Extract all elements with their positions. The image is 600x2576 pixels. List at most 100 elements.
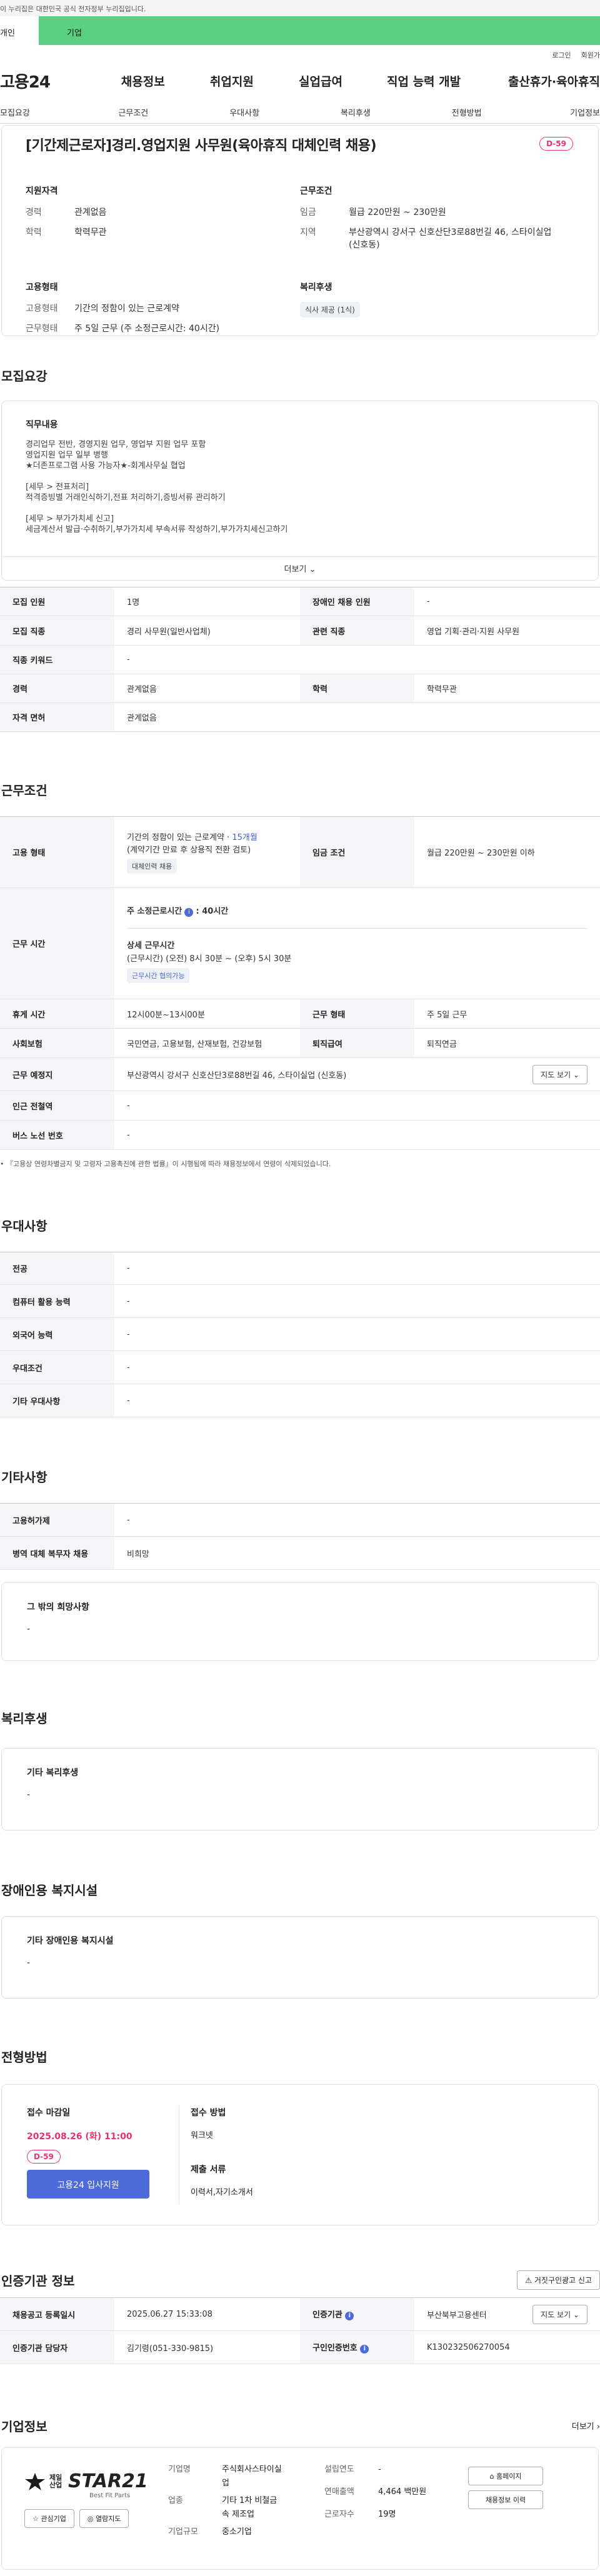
nav-parental-leave[interactable]: 출산휴가·육아휴직 bbox=[482, 72, 600, 89]
headcount-value: 1명 bbox=[114, 587, 300, 616]
method-block: 접수 방법 워크넷 제출 서류 이력서,자기소개서 bbox=[179, 2106, 253, 2204]
welfare-heading: 복리후생 bbox=[300, 282, 332, 292]
global-nav: 고용24 채용정보 취업지원 실업급여 직업 능력 개발 출산휴가·육아휴직 bbox=[0, 61, 600, 100]
more-button[interactable]: 더보기 ⌄ bbox=[2, 556, 598, 580]
preference-cond-label: 우대조건 bbox=[0, 1350, 114, 1384]
info-icon[interactable]: i bbox=[345, 2312, 354, 2320]
dday-badge: D-59 bbox=[539, 137, 573, 151]
retirement-label: 퇴직급여 bbox=[300, 1028, 414, 1058]
agency-label: 인증기관 i bbox=[300, 2297, 414, 2331]
favorite-company-button[interactable]: ☆ 관심기업 bbox=[24, 2509, 74, 2528]
reg-date-label: 채용공고 등록일시 bbox=[0, 2297, 114, 2331]
headcount-label: 모집 인원 bbox=[0, 587, 114, 616]
homepage-button[interactable]: ⌂ 홈페이지 bbox=[468, 2467, 543, 2485]
tab-company[interactable]: 기업 bbox=[39, 16, 600, 45]
agency-map-button[interactable]: 지도 보기 ⌄ bbox=[532, 2304, 588, 2324]
location-value: 부산광역시 강서구 신호산단3로88번길 46, 스타이실업 (신호동) bbox=[349, 227, 552, 250]
keyword-value: - bbox=[114, 645, 600, 674]
company-actions: ⌂ 홈페이지 채용정보 이력 bbox=[468, 2463, 576, 2569]
job-history-button[interactable]: 채용정보 이력 bbox=[468, 2490, 543, 2509]
company-more-link[interactable]: 더보기 › bbox=[572, 2420, 600, 2432]
rest-label: 휴게 시간 bbox=[0, 999, 114, 1029]
site-logo[interactable]: 고용24 bbox=[0, 69, 99, 92]
related-category-value: 영업 기획·관리·지원 사무원 bbox=[414, 616, 600, 646]
nav-unemployment-benefit[interactable]: 실업급여 bbox=[276, 72, 365, 89]
education-row-label: 학력 bbox=[300, 674, 414, 703]
work-type-value: 주 5일 근무 (주 소정근로시간: 40시간) bbox=[74, 324, 220, 334]
disabled-headcount-label: 장애인 채용 인원 bbox=[300, 587, 414, 616]
military-value: 비희망 bbox=[114, 1536, 600, 1570]
work-permit-label: 고용허가제 bbox=[0, 1503, 114, 1537]
anchor-conditions[interactable]: 근무조건 bbox=[78, 106, 189, 123]
keyword-label: 직종 키워드 bbox=[0, 645, 114, 674]
signup-link[interactable]: 회원가 bbox=[581, 50, 600, 61]
disabled-section-title: 장애인용 복지시설 bbox=[1, 1883, 98, 1898]
major-label: 전공 bbox=[0, 1252, 114, 1285]
company-info-b: 설립연도 - 연매출액 4,464 백만원 근로자수 19명 bbox=[324, 2465, 427, 2519]
employment-type-block: 고용형태 고용형태 기간의 정함이 있는 근로계약 근무형태 주 5일 근무 (주 … bbox=[26, 281, 300, 342]
work-form-label: 근무 형태 bbox=[300, 999, 414, 1029]
welfare-label: 기타 복리후생 bbox=[27, 1768, 79, 1778]
info-icon[interactable]: i bbox=[184, 907, 194, 917]
company-logo-block: 제일 산업 STAR21 Best Fit Parts ☆ 관심기업 ◎ 열람지… bbox=[24, 2463, 168, 2569]
company-logo: 제일 산업 STAR21 bbox=[24, 2470, 168, 2492]
manager-label: 인증기관 담당자 bbox=[0, 2330, 114, 2364]
deadline-label: 접수 마감일 bbox=[27, 2108, 71, 2118]
disabled-box: 기타 장애인용 복지시설 - bbox=[1, 1916, 599, 1999]
nav-jobs[interactable]: 채용정보 bbox=[99, 72, 188, 89]
agency-table: 채용공고 등록일시 2025.06.27 15:33:08 인증기관 i 부산북부… bbox=[0, 2297, 600, 2364]
anchor-welfare[interactable]: 복리후생 bbox=[300, 106, 411, 123]
job-title: [기간제근로자]경리.영업지원 사무원(육아휴직 대체인력 채용) bbox=[26, 138, 377, 154]
qualification-heading: 지원자격 bbox=[26, 186, 58, 196]
wish-label: 그 밖의 희망사항 bbox=[27, 1602, 89, 1612]
company-section-title: 기업정보 bbox=[1, 2419, 48, 2434]
preferences-section-title: 우대사항 bbox=[1, 1219, 48, 1234]
disabled-headcount-value: - bbox=[414, 587, 600, 616]
subway-label: 인근 전철역 bbox=[0, 1091, 114, 1121]
job-description-card: 직무내용 경리업무 전반, 경영지원 업무, 영업부 지원 업무 포함 영업지원 … bbox=[1, 401, 599, 581]
anchor-preferences[interactable]: 우대사항 bbox=[189, 106, 300, 123]
recruit-detail-table: 모집 인원 1명 장애인 채용 인원 - 모집 직종 경리 사무원(일반사업체) 관련… bbox=[0, 587, 600, 732]
wish-value: - bbox=[27, 1624, 31, 1634]
wage-cond-value: 월급 220만원 ~ 230만원 이하 bbox=[414, 816, 600, 888]
job-description-text: 경리업무 전반, 경영지원 업무, 영업부 지원 업무 포함 영업지원 업무 일부… bbox=[26, 440, 288, 534]
major-value: - bbox=[114, 1252, 600, 1285]
age-note: • 『고용상 연령차별금지 및 고령자 고용촉진에 관한 법률』이 시행됨에 따… bbox=[0, 1160, 331, 1168]
welfare-box: 기타 복리후생 - bbox=[1, 1748, 599, 1830]
chevron-down-icon: ⌄ bbox=[309, 565, 316, 574]
etc-section-title: 기타사항 bbox=[1, 1470, 48, 1485]
agency-header: 인증기관 정보 ⚠ 거짓구인광고 신고 bbox=[0, 2270, 600, 2290]
user-type-tabs: 개인 기업 bbox=[0, 16, 600, 45]
anchor-recruit[interactable]: 모집요강 bbox=[0, 106, 78, 123]
other-pref-label: 기타 우대사항 bbox=[0, 1384, 114, 1417]
report-icon: ⚠ bbox=[525, 2276, 532, 2285]
work-permit-value: - bbox=[114, 1503, 600, 1537]
disabled-value: - bbox=[27, 1958, 31, 1968]
insurance-label: 사회보험 bbox=[0, 1028, 114, 1058]
nav-vocational-training[interactable]: 직업 능력 개발 bbox=[365, 72, 482, 89]
nav-employment-support[interactable]: 취업지원 bbox=[188, 72, 276, 89]
work-form-value: 주 5일 근무 bbox=[414, 999, 600, 1029]
job-summary-card: [기간제근로자]경리.영업지원 사무원(육아휴직 대체인력 채용) D-59 지… bbox=[1, 125, 599, 336]
info-icon[interactable]: i bbox=[360, 2345, 369, 2354]
disabled-label: 기타 장애인용 복지시설 bbox=[27, 1936, 114, 1946]
anchor-company[interactable]: 기업정보 bbox=[522, 106, 600, 123]
tab-personal[interactable]: 개인 bbox=[0, 16, 39, 45]
job-category-label: 모집 직종 bbox=[0, 616, 114, 646]
emp-type-value: 기간의 정함이 있는 근로계약 · 15개월 (계약기간 만료 후 상용직 전환 … bbox=[114, 816, 300, 888]
employment-type-heading: 고용형태 bbox=[26, 282, 58, 292]
language-label: 외국어 능력 bbox=[0, 1317, 114, 1351]
map-button[interactable]: 지도 보기 ⌄ bbox=[532, 1064, 588, 1084]
work-type-label: 근무형태 bbox=[26, 324, 58, 334]
anchor-selection[interactable]: 전형방법 bbox=[411, 106, 522, 123]
wage-value: 월급 220만원 ~ 230만원 bbox=[349, 207, 446, 217]
license-value: 관계없음 bbox=[114, 702, 600, 732]
login-link[interactable]: 로그인 bbox=[552, 50, 571, 61]
career-row-label: 경력 bbox=[0, 674, 114, 703]
career-row-value: 관계없음 bbox=[114, 674, 300, 703]
utility-links: 로그인 회원가 bbox=[0, 45, 600, 61]
report-button[interactable]: ⚠ 거짓구인광고 신고 bbox=[517, 2270, 600, 2290]
view-map-button[interactable]: ◎ 열람지도 bbox=[79, 2509, 129, 2528]
education-label: 학력 bbox=[26, 227, 42, 237]
apply-button[interactable]: 고용24 입사지원 bbox=[27, 2170, 149, 2199]
